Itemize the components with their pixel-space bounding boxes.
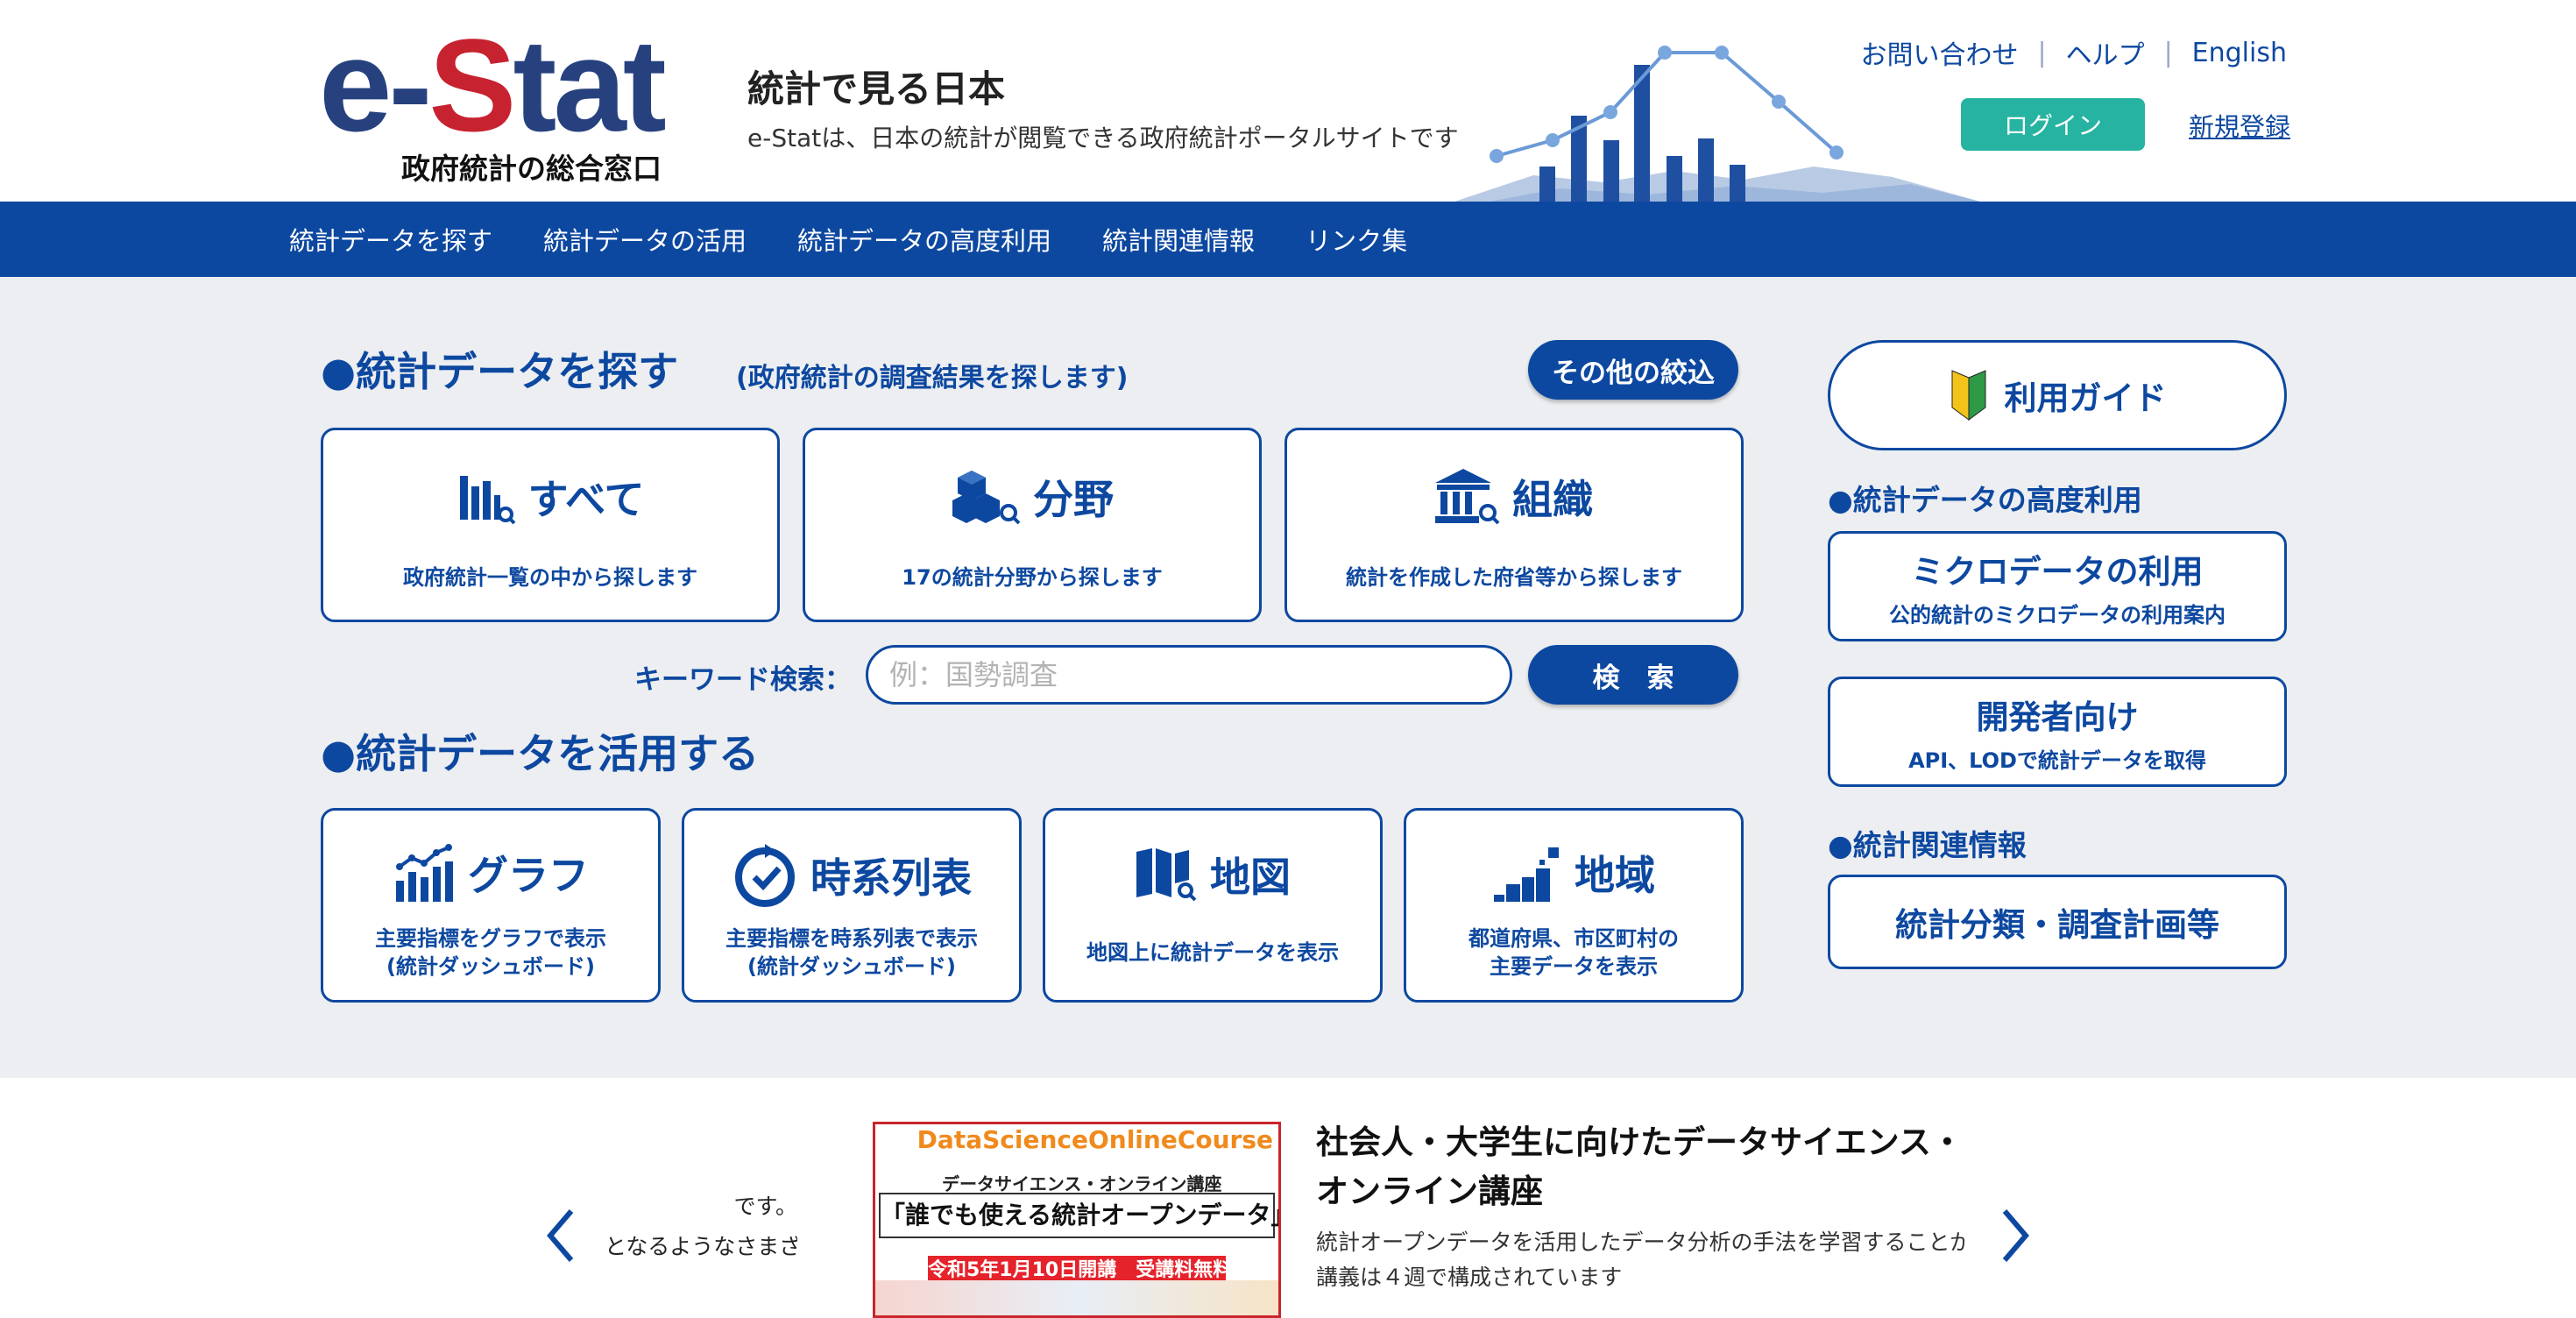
card-title: 地図 xyxy=(1210,854,1291,901)
help-link[interactable]: ヘルプ xyxy=(2066,33,2145,72)
user-guide-label: 利用ガイド xyxy=(2004,379,2167,417)
nav-item-search-data[interactable]: 統計データを探す xyxy=(289,221,492,258)
separator: | xyxy=(2163,37,2173,68)
nav-item-links[interactable]: リンク集 xyxy=(1306,221,1407,258)
banner-course-name: DataScienceOnlineCourse xyxy=(875,1124,1278,1156)
card-description: 17の統計分野から探します xyxy=(902,565,1163,590)
banner-decoration xyxy=(875,1280,1278,1315)
english-link[interactable]: English xyxy=(2192,38,2287,68)
use-section-title: ●統計データを活用する xyxy=(321,730,760,777)
cubes-search-icon xyxy=(952,471,1021,525)
card-title: 分野 xyxy=(1033,476,1114,523)
tagline-title: 統計で見る日本 xyxy=(747,67,1006,110)
banner-subtitle: データサイエンス・オンライン講座 xyxy=(942,1173,1222,1194)
news-carousel: です。 となるようなさまざ DataScienceOnlineCourse デー… xyxy=(0,1078,2576,1318)
map-search-icon xyxy=(1136,848,1197,902)
slide-title[interactable]: 社会人・大学生に向けたデータサイエンス・オンライン講座 xyxy=(1316,1118,1964,1216)
card-title: グラフ xyxy=(468,852,589,899)
search-card-all[interactable]: すべて 政府統計一覧の中から探します xyxy=(321,428,780,622)
card-title: 地域 xyxy=(1575,852,1655,899)
use-card-map[interactable]: 地図 地図上に統計データを表示 xyxy=(1043,808,1383,1003)
site-header: e-Stat 政府統計の総合窓口 統計で見る日本 e-Statは、日本の統計が閲… xyxy=(0,0,2576,202)
search-card-organization[interactable]: 組織 統計を作成した府省等から探します xyxy=(1284,428,1744,622)
tagline-subtitle: e-Statは、日本の統計が閲覧できる政府統計ポータルサイトです xyxy=(747,124,1459,152)
classification-button[interactable]: 統計分類・調査計画等 xyxy=(1828,875,2287,969)
developer-title: 開発者向け xyxy=(1976,698,2139,736)
estat-logo[interactable]: e-Stat 政府統計の総合窓口 xyxy=(319,19,669,186)
previous-slide-text: です。 となるようなさまざ xyxy=(605,1194,797,1259)
advanced-use-heading: ●統計データの高度利用 xyxy=(1828,483,2142,517)
chevron-right-icon[interactable] xyxy=(1989,1201,2042,1271)
card-description: 主要指標を時系列表で表示 (統計ダッシュボード) xyxy=(725,926,978,979)
card-description: 都道府県、市区町村の 主要データを表示 xyxy=(1468,926,1679,979)
user-guide-button[interactable]: 利用ガイド xyxy=(1828,340,2287,450)
nav-item-advanced-use[interactable]: 統計データの高度利用 xyxy=(797,221,1051,258)
card-title: 時系列表 xyxy=(810,854,972,902)
search-section-note: (政府統計の調査結果を探します) xyxy=(736,363,1129,393)
utility-links: お問い合わせ | ヘルプ | English xyxy=(1860,33,2287,72)
related-info-heading: ●統計関連情報 xyxy=(1828,828,2027,862)
building-search-icon xyxy=(1435,469,1500,525)
keyword-search-input[interactable] xyxy=(866,645,1512,705)
region-icon xyxy=(1494,847,1559,902)
developer-button[interactable]: 開発者向け API、LODで統計データを取得 xyxy=(1828,677,2287,787)
separator: | xyxy=(2037,37,2047,68)
card-description: 政府統計一覧の中から探します xyxy=(403,565,697,590)
keyword-search-label: キーワード検索： xyxy=(634,664,852,696)
banner-title: 「誰でも使える統計オープンデータ」 xyxy=(879,1193,1278,1238)
course-banner-image[interactable]: DataScienceOnlineCourse データサイエンス・オンライン講座… xyxy=(873,1122,1281,1318)
microdata-title: ミクロデータの利用 xyxy=(1911,552,2204,591)
use-card-graph[interactable]: グラフ 主要指標をグラフで表示 (統計ダッシュボード) xyxy=(321,808,661,1003)
clock-icon xyxy=(735,844,795,907)
main-nav: 統計データを探す 統計データの活用 統計データの高度利用 統計関連情報 リンク集 xyxy=(0,202,2576,277)
contact-link[interactable]: お問い合わせ xyxy=(1860,33,2018,72)
card-title: 組織 xyxy=(1512,476,1593,523)
nav-item-related-info[interactable]: 統計関連情報 xyxy=(1102,221,1255,258)
beginner-mark-icon xyxy=(1951,370,1985,421)
bar-chart-search-icon xyxy=(459,476,515,525)
logo-subtitle: 政府統計の総合窓口 xyxy=(401,152,662,186)
other-filter-button[interactable]: その他の絞込 xyxy=(1528,340,1738,400)
card-title: すべて xyxy=(527,476,645,523)
chevron-left-icon[interactable] xyxy=(534,1201,587,1271)
developer-subtitle: API、LODで統計データを取得 xyxy=(1908,748,2206,773)
logo-wordmark: e-Stat xyxy=(319,11,667,159)
search-card-field[interactable]: 分野 17の統計分野から探します xyxy=(803,428,1262,622)
microdata-subtitle: 公的統計のミクロデータの利用案内 xyxy=(1889,602,2226,627)
main-content: ●統計データを探す (政府統計の調査結果を探します) その他の絞込 すべて 政府… xyxy=(0,277,2576,1078)
card-description: 主要指標をグラフで表示 (統計ダッシュボード) xyxy=(375,926,606,979)
card-description: 統計を作成した府省等から探します xyxy=(1346,565,1682,590)
use-card-region[interactable]: 地域 都道府県、市区町村の 主要データを表示 xyxy=(1404,808,1744,1003)
nav-item-use-data[interactable]: 統計データの活用 xyxy=(543,221,747,258)
graph-icon xyxy=(396,844,453,902)
search-button[interactable]: 検 索 xyxy=(1528,645,1738,705)
login-button[interactable]: ログイン xyxy=(1961,98,2145,151)
use-card-timeseries[interactable]: 時系列表 主要指標を時系列表で表示 (統計ダッシュボード) xyxy=(682,808,1022,1003)
register-link[interactable]: 新規登録 xyxy=(2189,107,2290,144)
microdata-button[interactable]: ミクロデータの利用 公的統計のミクロデータの利用案内 xyxy=(1828,531,2287,641)
slide-description: 統計オープンデータを活用したデータ分析の手法を学習することができます。 講義は４… xyxy=(1316,1229,1964,1290)
card-description: 地図上に統計データを表示 xyxy=(1086,940,1339,965)
classification-label: 統計分類・調査計画等 xyxy=(1895,906,2219,944)
search-section-title: ●統計データを探す xyxy=(321,348,679,395)
